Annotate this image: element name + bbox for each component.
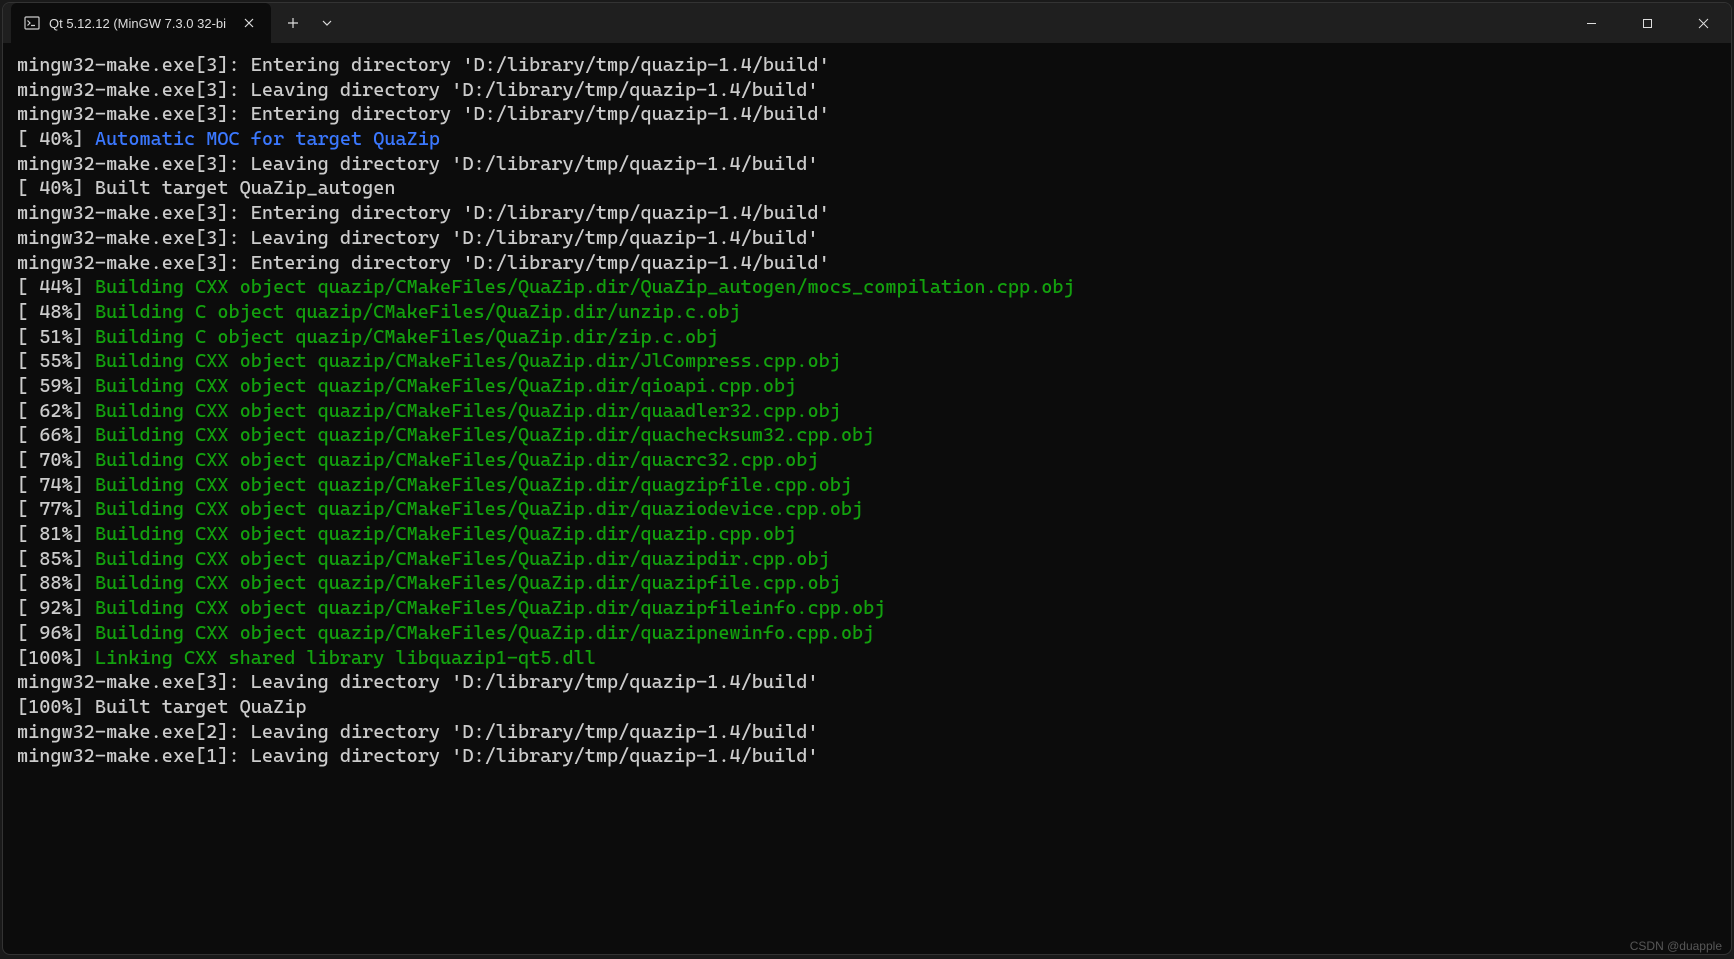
terminal-text: Building CXX object quazip/CMakeFiles/Qu…	[95, 622, 874, 644]
terminal-text: [ 59%]	[17, 375, 95, 397]
terminal-line: mingw32-make.exe[2]: Leaving directory '…	[17, 720, 1717, 745]
terminal-text: [ 66%]	[17, 424, 95, 446]
terminal-text: mingw32-make.exe[2]: Leaving directory '…	[17, 721, 819, 743]
terminal-line: [ 70%] Building CXX object quazip/CMakeF…	[17, 448, 1717, 473]
terminal-text: [100%] Built target QuaZip	[17, 696, 306, 718]
terminal-text: Building CXX object quazip/CMakeFiles/Qu…	[95, 400, 841, 422]
maximize-button[interactable]	[1619, 3, 1675, 43]
terminal-text: mingw32-make.exe[3]: Entering directory …	[17, 54, 830, 76]
terminal-text: mingw32-make.exe[3]: Leaving directory '…	[17, 227, 819, 249]
terminal-text: Linking CXX shared library libquazip1-qt…	[95, 647, 596, 669]
terminal-line: mingw32-make.exe[3]: Leaving directory '…	[17, 226, 1717, 251]
terminal-line: mingw32-make.exe[3]: Entering directory …	[17, 53, 1717, 78]
terminal-text: [ 85%]	[17, 548, 95, 570]
terminal-text: [ 51%]	[17, 326, 95, 348]
terminal-text: Building CXX object quazip/CMakeFiles/Qu…	[95, 523, 796, 545]
tab-dropdown-button[interactable]	[311, 7, 343, 39]
terminal-line: [ 48%] Building C object quazip/CMakeFil…	[17, 300, 1717, 325]
terminal-text: [ 40%]	[17, 128, 95, 150]
terminal-line: [ 40%] Automatic MOC for target QuaZip	[17, 127, 1717, 152]
terminal-line: mingw32-make.exe[3]: Entering directory …	[17, 102, 1717, 127]
terminal-line: mingw32-make.exe[3]: Entering directory …	[17, 251, 1717, 276]
tab-title: Qt 5.12.12 (MinGW 7.3.0 32-bi	[49, 16, 226, 31]
terminal-text: Building CXX object quazip/CMakeFiles/Qu…	[95, 350, 841, 372]
terminal-line: [ 51%] Building C object quazip/CMakeFil…	[17, 325, 1717, 350]
terminal-text: mingw32-make.exe[3]: Entering directory …	[17, 202, 830, 224]
new-tab-button[interactable]	[277, 7, 309, 39]
terminal-line: [ 55%] Building CXX object quazip/CMakeF…	[17, 349, 1717, 374]
terminal-line: [ 81%] Building CXX object quazip/CMakeF…	[17, 522, 1717, 547]
terminal-text: [ 70%]	[17, 449, 95, 471]
terminal-text: Building C object quazip/CMakeFiles/QuaZ…	[95, 301, 741, 323]
terminal-line: [ 66%] Building CXX object quazip/CMakeF…	[17, 423, 1717, 448]
terminal-text: [ 48%]	[17, 301, 95, 323]
terminal-text: mingw32-make.exe[3]: Leaving directory '…	[17, 671, 819, 693]
terminal-line: [100%] Built target QuaZip	[17, 695, 1717, 720]
terminal-text: [ 88%]	[17, 572, 95, 594]
window-controls	[1563, 3, 1731, 43]
terminal-line: [ 85%] Building CXX object quazip/CMakeF…	[17, 547, 1717, 572]
terminal-text: [ 92%]	[17, 597, 95, 619]
terminal-text: [ 40%] Built target QuaZip_autogen	[17, 177, 396, 199]
terminal-text: mingw32-make.exe[3]: Leaving directory '…	[17, 153, 819, 175]
tab-close-button[interactable]	[239, 13, 259, 33]
terminal-line: [ 40%] Built target QuaZip_autogen	[17, 176, 1717, 201]
terminal-text: Building CXX object quazip/CMakeFiles/Qu…	[95, 474, 852, 496]
terminal-window: Qt 5.12.12 (MinGW 7.3.0 32-bi mingw32-ma…	[2, 2, 1732, 955]
terminal-text: [ 74%]	[17, 474, 95, 496]
terminal-line: [ 77%] Building CXX object quazip/CMakeF…	[17, 497, 1717, 522]
terminal-text: [ 81%]	[17, 523, 95, 545]
terminal-icon	[23, 14, 41, 32]
terminal-output[interactable]: mingw32-make.exe[3]: Entering directory …	[3, 43, 1731, 954]
terminal-text: mingw32-make.exe[3]: Leaving directory '…	[17, 79, 819, 101]
terminal-line: mingw32-make.exe[3]: Leaving directory '…	[17, 152, 1717, 177]
terminal-text: mingw32-make.exe[3]: Entering directory …	[17, 103, 830, 125]
terminal-line: mingw32-make.exe[1]: Leaving directory '…	[17, 744, 1717, 769]
terminal-line: [ 88%] Building CXX object quazip/CMakeF…	[17, 571, 1717, 596]
terminal-line: mingw32-make.exe[3]: Leaving directory '…	[17, 78, 1717, 103]
terminal-text: mingw32-make.exe[3]: Entering directory …	[17, 252, 830, 274]
terminal-line: [ 92%] Building CXX object quazip/CMakeF…	[17, 596, 1717, 621]
terminal-text: Building CXX object quazip/CMakeFiles/Qu…	[95, 498, 863, 520]
terminal-text: [100%]	[17, 647, 95, 669]
terminal-text: Building C object quazip/CMakeFiles/QuaZ…	[95, 326, 718, 348]
terminal-line: mingw32-make.exe[3]: Entering directory …	[17, 201, 1717, 226]
terminal-text: [ 62%]	[17, 400, 95, 422]
terminal-text: Automatic MOC for target QuaZip	[95, 128, 440, 150]
terminal-line: [ 96%] Building CXX object quazip/CMakeF…	[17, 621, 1717, 646]
terminal-text: Building CXX object quazip/CMakeFiles/Qu…	[95, 548, 830, 570]
terminal-text: [ 44%]	[17, 276, 95, 298]
terminal-text: [ 55%]	[17, 350, 95, 372]
terminal-line: [ 59%] Building CXX object quazip/CMakeF…	[17, 374, 1717, 399]
terminal-text: Building CXX object quazip/CMakeFiles/Qu…	[95, 597, 885, 619]
terminal-text: Building CXX object quazip/CMakeFiles/Qu…	[95, 276, 1075, 298]
terminal-text: Building CXX object quazip/CMakeFiles/Qu…	[95, 424, 874, 446]
tab-active[interactable]: Qt 5.12.12 (MinGW 7.3.0 32-bi	[11, 3, 271, 43]
terminal-text: mingw32-make.exe[1]: Leaving directory '…	[17, 745, 819, 767]
terminal-text: [ 77%]	[17, 498, 95, 520]
terminal-text: Building CXX object quazip/CMakeFiles/Qu…	[95, 572, 841, 594]
terminal-line: [100%] Linking CXX shared library libqua…	[17, 646, 1717, 671]
terminal-line: [ 44%] Building CXX object quazip/CMakeF…	[17, 275, 1717, 300]
terminal-line: mingw32-make.exe[3]: Leaving directory '…	[17, 670, 1717, 695]
terminal-text: Building CXX object quazip/CMakeFiles/Qu…	[95, 375, 796, 397]
terminal-line: [ 74%] Building CXX object quazip/CMakeF…	[17, 473, 1717, 498]
terminal-text: [ 96%]	[17, 622, 95, 644]
watermark: CSDN @duapple	[1630, 939, 1722, 953]
terminal-line: [ 62%] Building CXX object quazip/CMakeF…	[17, 399, 1717, 424]
close-button[interactable]	[1675, 3, 1731, 43]
minimize-button[interactable]	[1563, 3, 1619, 43]
titlebar: Qt 5.12.12 (MinGW 7.3.0 32-bi	[3, 3, 1731, 43]
terminal-text: Building CXX object quazip/CMakeFiles/Qu…	[95, 449, 819, 471]
